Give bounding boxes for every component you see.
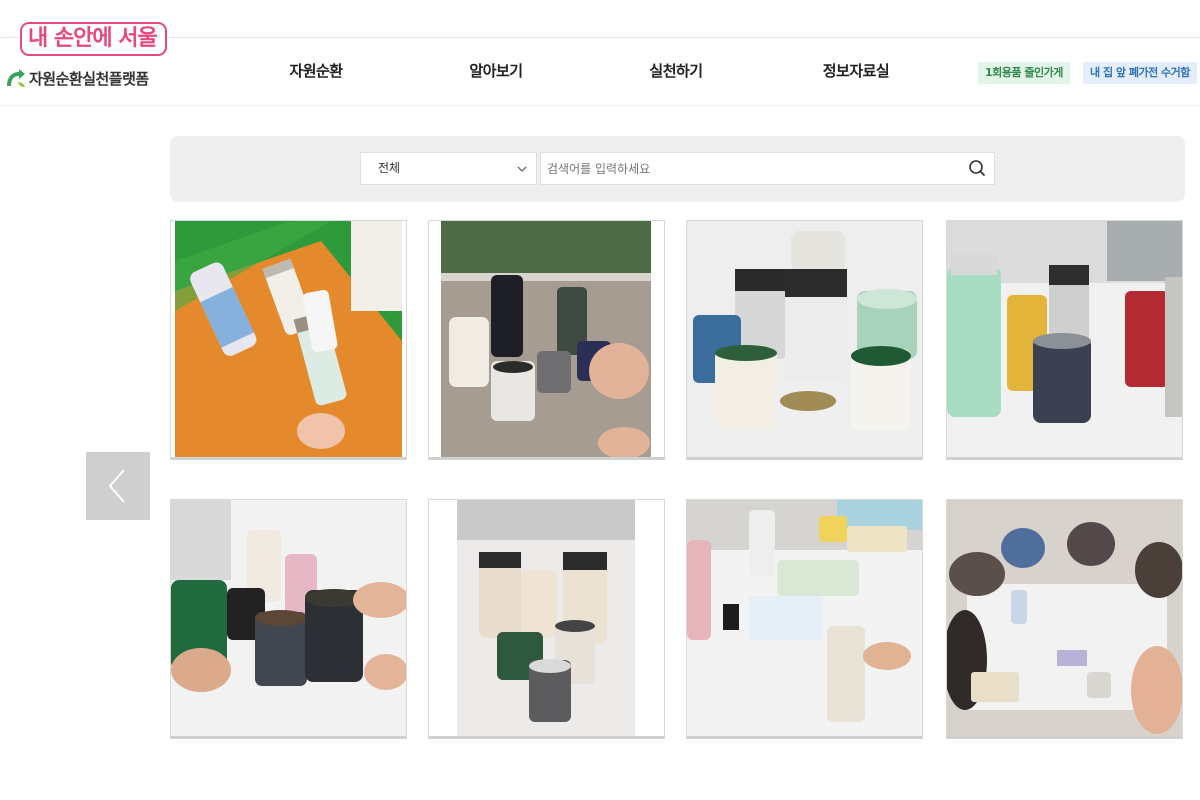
gallery-card[interactable]	[170, 499, 407, 739]
gallery-card[interactable]	[170, 220, 407, 460]
gallery-card[interactable]	[946, 220, 1183, 460]
photo-thumbnail	[687, 221, 922, 457]
nav-item-practice[interactable]: 실천하기	[606, 60, 746, 81]
category-select[interactable]: 전체	[360, 152, 537, 185]
gallery-card[interactable]	[428, 220, 665, 460]
nav-item-resource-cycle[interactable]: 자원순환	[246, 60, 386, 81]
tag-reduce-disposables[interactable]: 1회용품 줄인가게	[978, 62, 1070, 84]
gallery-card[interactable]	[428, 499, 665, 739]
chevron-left-icon	[108, 469, 125, 503]
photo-thumbnail	[441, 221, 651, 457]
search-icon[interactable]	[967, 158, 987, 178]
photo-thumbnail	[947, 500, 1182, 736]
prev-arrow-button[interactable]	[86, 452, 150, 520]
site-header: 내 손안에 서울 자원순환실천플랫폼 자원순환 알아보기 실천하기 정보자료실 …	[0, 22, 1200, 106]
chevron-down-icon	[517, 166, 527, 172]
photo-thumbnail	[947, 221, 1182, 457]
gallery-card[interactable]	[686, 499, 923, 739]
logo-bubble: 내 손안에 서울	[20, 22, 167, 56]
photo-thumbnail	[175, 221, 402, 457]
gallery-card[interactable]	[686, 220, 923, 460]
nav-item-learn[interactable]: 알아보기	[426, 60, 566, 81]
gallery-card[interactable]	[946, 499, 1183, 739]
photo-thumbnail	[171, 500, 406, 736]
tag-appliance-collection[interactable]: 내 집 앞 폐가전 수거함	[1083, 62, 1197, 84]
search-input[interactable]	[540, 152, 995, 185]
photo-thumbnail	[687, 500, 922, 736]
nav-item-resources[interactable]: 정보자료실	[786, 60, 926, 81]
search-panel: 전체	[170, 136, 1185, 202]
category-select-value: 전체	[378, 161, 401, 175]
photo-thumbnail	[429, 500, 664, 736]
